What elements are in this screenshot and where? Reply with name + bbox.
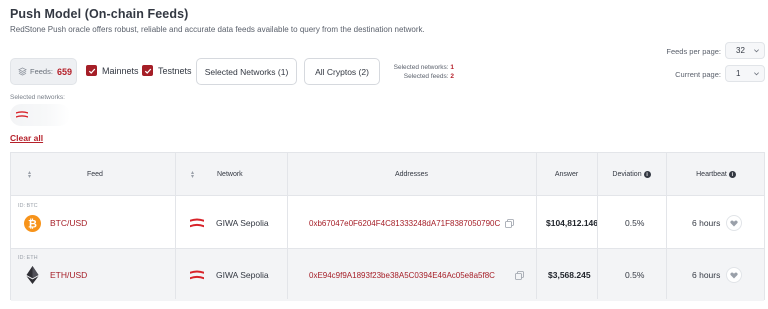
heartbeat-value: 6 hours bbox=[692, 218, 721, 228]
table-header: ▴ ▾ Feed ▴ ▾ Network Addresses Answer Devi… bbox=[11, 153, 764, 196]
network-name: GIWA Sepolia bbox=[216, 270, 269, 280]
network-header[interactable]: Network bbox=[217, 153, 243, 196]
addresses-header: Addresses bbox=[394, 171, 429, 178]
deviation-value: 0.5% bbox=[625, 218, 645, 228]
column-divider bbox=[536, 153, 537, 299]
page-title: Push Model (On-chain Feeds) bbox=[10, 7, 189, 21]
selected-networks-section-label: Selected networks: bbox=[10, 94, 65, 101]
selected-networks-button[interactable]: Selected Networks (1) bbox=[196, 58, 297, 85]
feed-pair[interactable]: BTC/USD bbox=[50, 197, 87, 249]
copy-icon[interactable] bbox=[515, 249, 524, 301]
feed-header[interactable]: Feed bbox=[87, 153, 103, 196]
deviation-value: 0.5% bbox=[625, 270, 645, 280]
giwa-network-icon bbox=[189, 197, 205, 249]
ethereum-icon bbox=[26, 249, 39, 301]
deviation-header: Deviation i bbox=[597, 153, 666, 196]
selected-networks-summary-value: 1 bbox=[450, 64, 454, 71]
checkbox-checked-icon bbox=[86, 65, 97, 76]
heartbeat-cell: 6 hours bbox=[692, 249, 743, 301]
mainnets-checkbox[interactable]: Mainnets bbox=[86, 65, 139, 76]
feeds-label: Feeds: bbox=[30, 67, 53, 76]
heart-icon[interactable] bbox=[726, 267, 743, 283]
feed-sort-icon[interactable]: ▴ ▾ bbox=[28, 153, 31, 196]
network-sort-icon[interactable]: ▴ ▾ bbox=[191, 153, 194, 196]
chevron-down-icon bbox=[754, 72, 759, 76]
feeds-per-page-value: 32 bbox=[736, 46, 745, 55]
copy-icon[interactable] bbox=[505, 197, 514, 249]
column-divider bbox=[175, 153, 176, 299]
giwa-network-icon bbox=[16, 111, 28, 118]
testnets-label: Testnets bbox=[158, 65, 192, 76]
answer-value: $3,568.245 bbox=[548, 270, 591, 280]
column-divider bbox=[666, 153, 667, 299]
contract-address[interactable]: 0xE94c9f9A1893f23be38A5C0394E46Ac05e8a5f… bbox=[309, 249, 495, 301]
heart-icon[interactable] bbox=[726, 215, 743, 231]
info-icon[interactable]: i bbox=[643, 171, 651, 178]
deviation-header-label: Deviation bbox=[612, 171, 642, 178]
heartbeat-header-label: Heartbeat bbox=[696, 171, 727, 178]
testnets-checkbox[interactable]: Testnets bbox=[142, 65, 192, 76]
svg-text:₿: ₿ bbox=[28, 218, 37, 230]
layers-icon bbox=[18, 67, 27, 76]
feeds-per-page-select[interactable]: 32 bbox=[725, 42, 765, 59]
heartbeat-header: Heartbeat i bbox=[666, 153, 766, 196]
feeds-per-page-label: Feeds per page: bbox=[666, 47, 721, 56]
answer-value: $104,812.146 bbox=[546, 218, 598, 228]
all-cryptos-button[interactable]: All Cryptos (2) bbox=[304, 58, 380, 85]
mainnets-label: Mainnets bbox=[102, 65, 139, 76]
checkbox-checked-icon bbox=[142, 65, 153, 76]
current-page-label: Current page: bbox=[675, 70, 721, 79]
info-icon[interactable]: i bbox=[728, 171, 736, 178]
selected-feeds-summary-value: 2 bbox=[450, 73, 454, 80]
chevron-down-icon bbox=[754, 49, 759, 53]
selected-networks-summary: Selected networks: 1 bbox=[394, 64, 454, 71]
feeds-count-badge: Feeds: 659 bbox=[10, 58, 77, 85]
bitcoin-icon: ₿ bbox=[24, 197, 41, 249]
giwa-network-icon bbox=[189, 249, 205, 301]
heartbeat-cell: 6 hours bbox=[692, 197, 743, 249]
feeds-table: ▴ ▾ Feed ▴ ▾ Network Addresses Answer Devi… bbox=[10, 152, 765, 301]
table-row[interactable]: ID: ETH ETH/USD GIWA Sepolia 0xE94c9f9A1… bbox=[11, 249, 764, 301]
column-divider bbox=[287, 153, 288, 299]
selected-networks-summary-label: Selected networks: bbox=[393, 64, 449, 71]
feed-pair[interactable]: ETH/USD bbox=[50, 249, 87, 301]
page-subtitle: RedStone Push oracle offers robust, reli… bbox=[10, 25, 425, 34]
contract-address[interactable]: 0xb67047e0F6204F4C81333248dA71F838705079… bbox=[309, 197, 500, 249]
heartbeat-value: 6 hours bbox=[692, 270, 721, 280]
current-page-select[interactable]: 1 bbox=[725, 65, 765, 82]
feeds-count: 659 bbox=[56, 66, 72, 77]
current-page-value: 1 bbox=[736, 69, 741, 78]
column-divider bbox=[597, 153, 598, 299]
network-name: GIWA Sepolia bbox=[216, 218, 269, 228]
selected-feeds-summary: Selected feeds: 2 bbox=[404, 73, 454, 80]
table-row[interactable]: ID: BTC ₿ BTC/USD GIWA Sepolia 0xb67047e… bbox=[11, 197, 764, 249]
selected-network-chip[interactable] bbox=[10, 104, 70, 126]
answer-header: Answer bbox=[554, 171, 579, 178]
clear-all-link[interactable]: Clear all bbox=[10, 133, 43, 143]
selected-feeds-summary-label: Selected feeds: bbox=[403, 73, 449, 80]
